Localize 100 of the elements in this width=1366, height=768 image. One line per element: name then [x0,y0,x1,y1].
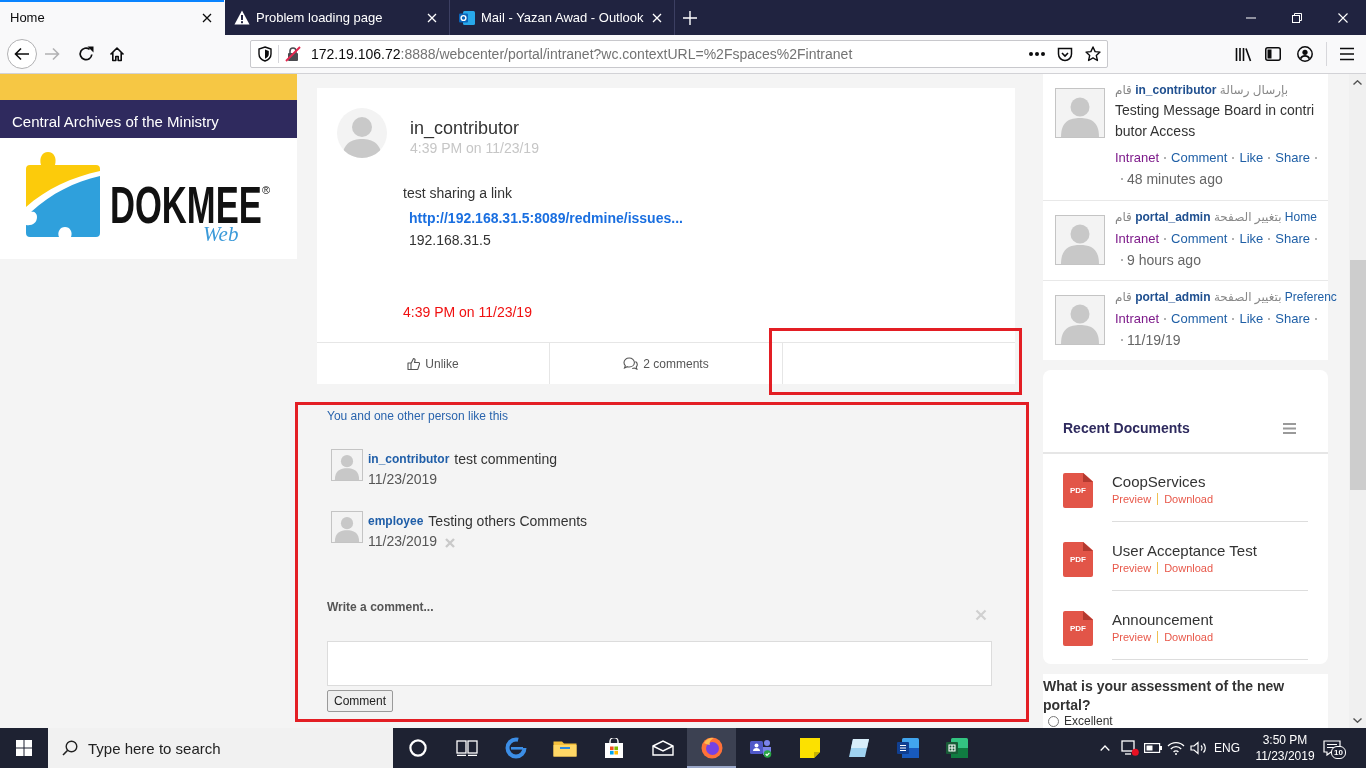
comment-text: test commenting [454,450,558,469]
section-title: Recent Documents [1063,419,1190,438]
sidebar-icon[interactable] [1265,47,1281,61]
minimize-icon[interactable] [1246,16,1256,19]
activity-link[interactable]: Share [1275,147,1310,169]
activity-link[interactable]: Like [1239,228,1264,250]
comment-date: 11/23/2019 [368,470,438,489]
home-icon[interactable] [109,46,125,62]
activity-link[interactable]: Comment [1171,147,1228,169]
activity-link[interactable]: Comment [1171,228,1228,250]
folder-icon[interactable] [552,739,577,757]
bookmark-star-icon[interactable] [1085,46,1101,62]
circle-icon[interactable] [408,739,427,757]
activity-link[interactable]: Share [1275,228,1310,250]
insecure-lock-icon[interactable] [285,46,301,62]
avatar-icon [1055,88,1105,138]
activity-link[interactable]: Intranet [1115,228,1160,250]
page-link[interactable]: Home [1284,210,1317,224]
site-banner: Central Archives of the Ministry [0,100,297,138]
back-button[interactable] [7,39,37,69]
comment-prompt: Write a comment... [327,599,434,615]
post-time: 4:39 PM on 11/23/19 [403,303,532,321]
people-app-icon[interactable] [749,738,772,758]
new-tab-icon[interactable] [683,10,697,25]
comment-button[interactable]: Comment [327,690,393,712]
pocket-icon[interactable] [1057,46,1073,62]
like-button[interactable]: Unlike [401,352,465,375]
sticky-note-icon[interactable] [799,738,820,758]
post-author: in_contributor [410,117,521,139]
comments-button[interactable]: 2 comments [617,352,715,375]
radio-button[interactable] [1048,716,1059,727]
taskbar-button[interactable] [687,728,736,768]
address-bar[interactable]: 172.19.106.72:8888/webcenter/portal/intranet?wc.contextURL=%2Fspaces%2Fintranet [250,40,1108,68]
activity-link[interactable]: Like [1239,308,1264,330]
start-icon[interactable] [16,740,32,756]
document-name[interactable]: User Acceptance Test [1112,542,1308,560]
file-icon: PDF [1063,542,1093,577]
library-icon[interactable] [1235,46,1252,62]
avatar-icon [331,511,363,543]
link-host: 192.168.31.5 [409,231,491,249]
chevron-up-icon[interactable] [1100,745,1110,751]
shield-icon[interactable] [258,46,272,62]
document-action-link[interactable]: Download [1164,492,1214,506]
restore-icon[interactable] [1292,12,1302,23]
scrollbar-thumb[interactable] [1349,260,1366,490]
document-action-link[interactable]: Download [1164,561,1214,575]
activity-link[interactable]: Share [1275,308,1310,330]
poll-question: What is your assessment of the new portal? [1043,677,1286,715]
battery-icon[interactable] [1143,743,1162,753]
scroll-down-icon[interactable] [1353,718,1362,723]
page-link[interactable]: Preferenc [1284,290,1337,304]
post-timestamp: 4:39 PM on 11/23/19 [410,139,539,157]
reload-icon[interactable] [78,46,94,62]
input-language[interactable]: ENG [1210,728,1244,768]
shopping-bag-icon[interactable] [603,738,624,758]
device-alert-icon[interactable] [1120,740,1139,756]
logo-wordmark: DOKMEE [110,186,262,224]
app-logo-icon [700,737,723,759]
user-link[interactable]: portal_admin [1135,290,1211,304]
activity-link[interactable]: Like [1239,147,1264,169]
menu-icon[interactable] [1339,47,1355,61]
thumbs-up-icon [407,357,421,370]
activity-link[interactable]: Comment [1171,308,1228,330]
comment-text: Testing others Comments [428,512,588,531]
mail-app-icon [459,9,475,26]
puzzle-logo-icon [24,149,100,239]
document-action-link[interactable]: Preview [1112,492,1152,506]
shared-link[interactable]: http://192.168.31.5:8089/redmine/issues... [409,209,683,227]
close-tab-icon[interactable] [202,12,212,23]
registered-mark: ® [262,184,271,196]
activity-link[interactable]: Intranet [1115,147,1160,169]
document-action-link[interactable]: Preview [1112,561,1152,575]
comment-input[interactable] [327,641,992,686]
more-icon[interactable] [1029,52,1045,56]
user-link[interactable]: in_contributor [1135,83,1217,97]
spreadsheet-icon[interactable] [945,738,968,758]
activity-link[interactable]: Intranet [1115,308,1160,330]
browser-tab[interactable]: Home [0,0,225,35]
likes-summary: You and one other person like this [327,408,509,424]
user-link[interactable]: portal_admin [1135,210,1211,224]
comment-author[interactable]: in_contributor [368,449,450,469]
activity-time: 9 hours ago [1127,251,1201,270]
task-view-icon[interactable] [455,740,478,756]
wifi-icon[interactable] [1166,741,1185,755]
app-icon[interactable] [847,738,870,758]
scroll-up-icon[interactable] [1353,80,1362,85]
volume-icon[interactable] [1189,741,1208,755]
envelope-icon[interactable] [651,740,674,756]
app-logo-icon[interactable] [504,737,527,759]
document-icon[interactable] [896,738,919,758]
clock-time[interactable]: 3:50 PM [1262,732,1308,748]
document-name[interactable]: CoopServices [1112,473,1308,491]
comment-author[interactable]: employee [368,511,424,531]
document-action-link[interactable]: Download [1164,630,1214,644]
clock-date[interactable]: 11/23/2019 [1255,748,1315,764]
account-icon[interactable] [1297,46,1313,62]
logo-tagline: Web [203,225,239,244]
document-name[interactable]: Announcement [1112,611,1308,629]
search-field[interactable]: Type here to search [48,728,393,768]
document-action-link[interactable]: Preview [1112,630,1152,644]
